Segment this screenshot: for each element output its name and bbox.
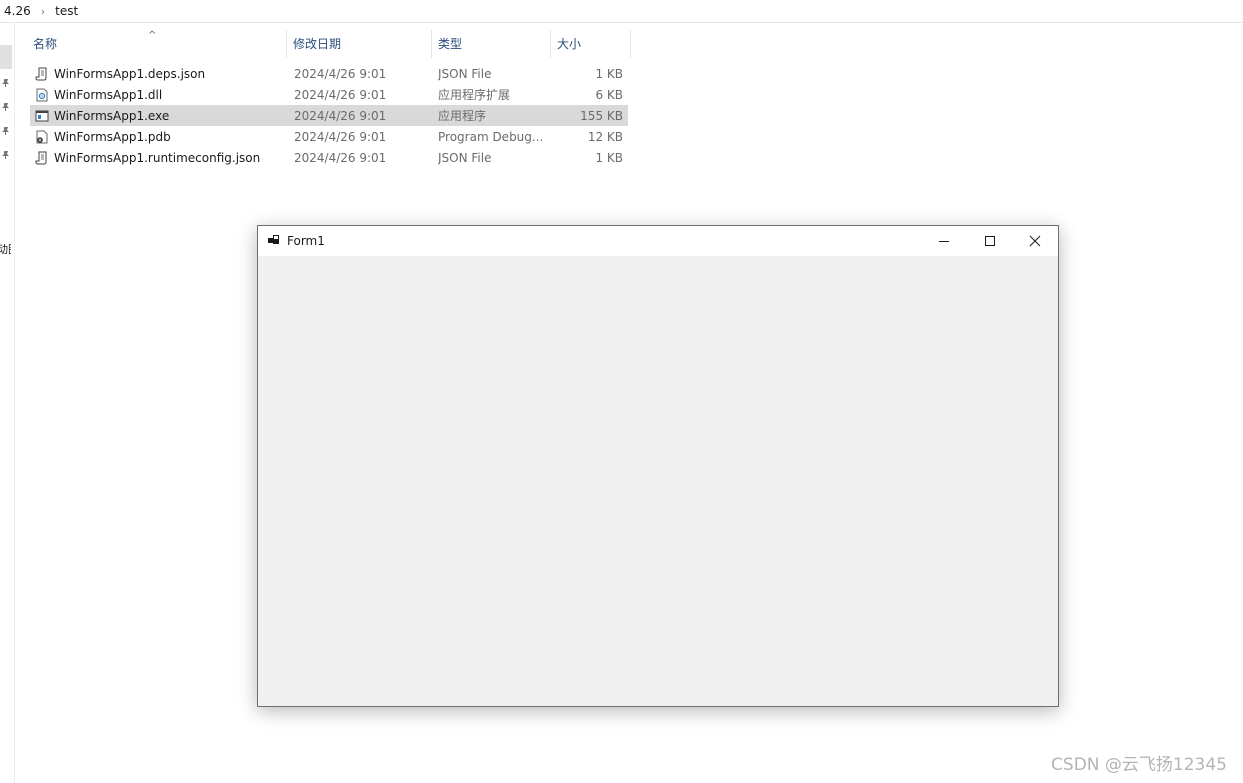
column-headers: 名称 ^ 修改日期 类型 大小	[27, 30, 631, 58]
maximize-icon	[985, 236, 995, 246]
column-header-label: 大小	[557, 37, 582, 51]
column-header-label: 类型	[438, 37, 463, 51]
file-type: 应用程序	[438, 109, 487, 123]
file-name: WinFormsApp1.deps.json	[54, 66, 206, 81]
file-name: WinFormsApp1.dll	[54, 87, 163, 102]
file-name: WinFormsApp1.runtimeconfig.json	[54, 150, 261, 165]
address-bar[interactable]: 4.26 › test	[0, 0, 1243, 23]
file-size: 12 KB	[587, 129, 623, 144]
navigation-pane: 动图	[0, 23, 15, 783]
app-icon[interactable]	[268, 234, 280, 246]
chevron-right-icon[interactable]: ›	[35, 5, 51, 18]
close-icon	[1029, 235, 1041, 247]
maximize-button[interactable]	[967, 226, 1013, 256]
file-type: Program Debug...	[438, 129, 544, 144]
minimize-button[interactable]	[921, 226, 967, 256]
file-date: 2024/4/26 9:01	[294, 66, 387, 81]
file-row[interactable]: WinFormsApp1.dll 2024/4/26 9:01 应用程序扩展 6…	[30, 84, 628, 105]
file-type: JSON File	[438, 150, 492, 165]
pin-icon[interactable]	[1, 102, 11, 112]
screen: 4.26 › test 动图 名称 ^ 修改日期 类型 大小	[0, 0, 1243, 783]
file-row[interactable]: WinFormsApp1.runtimeconfig.json 2024/4/2…	[30, 147, 628, 168]
pin-icon[interactable]	[1, 78, 11, 88]
file-type: JSON File	[438, 66, 492, 81]
nav-item-selected[interactable]	[0, 45, 12, 69]
file-row[interactable]: WinFormsApp1.pdb 2024/4/26 9:01 Program …	[30, 126, 628, 147]
minimize-icon	[939, 241, 949, 242]
pdb-file-icon	[36, 130, 48, 143]
breadcrumb-item[interactable]: test	[51, 4, 82, 18]
file-list: WinFormsApp1.deps.json 2024/4/26 9:01 JS…	[30, 63, 628, 168]
exe-file-icon	[35, 110, 49, 121]
file-row[interactable]: WinFormsApp1.exe 2024/4/26 9:01 应用程序 155…	[30, 105, 628, 126]
column-header-date[interactable]: 修改日期	[287, 30, 432, 58]
file-date: 2024/4/26 9:01	[294, 87, 387, 102]
file-date: 2024/4/26 9:01	[294, 150, 387, 165]
pin-icon[interactable]	[1, 150, 11, 160]
column-header-name[interactable]: 名称 ^	[27, 30, 287, 58]
window-title: Form1	[287, 234, 325, 248]
json-file-icon	[35, 67, 47, 80]
column-header-size[interactable]: 大小	[551, 30, 631, 58]
json-file-icon	[35, 151, 47, 164]
file-name: WinFormsApp1.pdb	[54, 129, 171, 144]
file-date: 2024/4/26 9:01	[294, 108, 387, 123]
watermark: CSDN @云飞扬12345	[1051, 755, 1227, 775]
nav-item-label[interactable]: 动图	[0, 241, 11, 257]
file-name: WinFormsApp1.exe	[54, 108, 170, 123]
file-date: 2024/4/26 9:01	[294, 129, 387, 144]
file-type: 应用程序扩展	[438, 88, 511, 102]
dll-file-icon	[36, 88, 48, 101]
breadcrumb-item[interactable]: 4.26	[0, 4, 35, 18]
window-titlebar[interactable]: Form1	[258, 226, 1058, 256]
column-header-label: 名称	[33, 37, 58, 51]
file-size: 155 KB	[580, 108, 623, 123]
close-button[interactable]	[1012, 226, 1058, 256]
column-header-type[interactable]: 类型	[432, 30, 551, 58]
file-size: 1 KB	[595, 150, 623, 165]
file-row[interactable]: WinFormsApp1.deps.json 2024/4/26 9:01 JS…	[30, 63, 628, 84]
file-size: 1 KB	[595, 66, 623, 81]
pin-icon[interactable]	[1, 126, 11, 136]
column-header-label: 修改日期	[293, 37, 342, 51]
file-size: 6 KB	[595, 87, 623, 102]
form-client-area[interactable]	[258, 256, 1058, 706]
sort-ascending-icon: ^	[148, 30, 157, 41]
form1-window: Form1	[257, 225, 1059, 707]
